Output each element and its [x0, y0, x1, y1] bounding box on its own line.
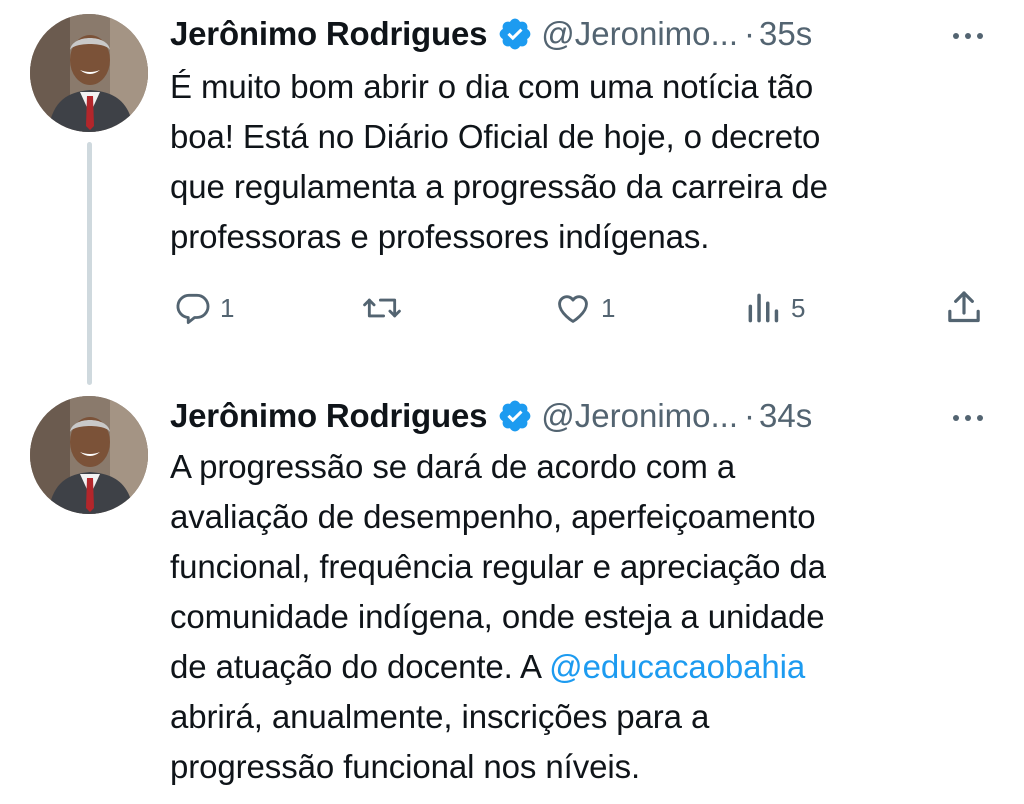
view-count: 5 — [791, 292, 806, 323]
retweet-icon — [363, 298, 401, 318]
verified-badge-icon — [499, 400, 531, 432]
tweet-header: Jerônimo Rodrigues @Jeronimo... · 34s — [170, 394, 990, 438]
tweet-actions: 1 1 5 — [170, 284, 1000, 332]
tweet-text-line: de atuação do docente. A @educacaobahia — [170, 642, 990, 692]
share-icon — [948, 291, 980, 323]
tweet[interactable]: Jerônimo Rodrigues @Jeronimo... · 35s É … — [0, 0, 1024, 390]
tweet-text: A progressão se dará de acordo com a ava… — [170, 442, 990, 792]
like-count: 1 — [601, 292, 616, 323]
more-options-icon[interactable] — [948, 22, 988, 50]
author-name[interactable]: Jerônimo Rodrigues — [170, 397, 487, 435]
tweet-text-line: progressão funcional nos níveis. — [170, 748, 641, 785]
tweet-text-line: professoras e professores indígenas. — [170, 218, 710, 255]
more-options-icon[interactable] — [948, 404, 988, 432]
tweet-header: Jerônimo Rodrigues @Jeronimo... · 35s — [170, 12, 990, 56]
like-button[interactable]: 1 — [553, 284, 615, 332]
avatar[interactable] — [30, 396, 148, 514]
tweet-text-line: abrirá, anualmente, inscrições para a — [170, 698, 710, 735]
tweet-text-line: que regulamenta a progressão da carreira… — [170, 168, 828, 205]
reply-icon — [176, 293, 210, 324]
timestamp[interactable]: 34s — [759, 397, 812, 435]
tweet-text-line: É muito bom abrir o dia com uma notícia … — [170, 68, 814, 105]
reply-count: 1 — [220, 292, 235, 323]
tweet-text: É muito bom abrir o dia com uma notícia … — [170, 62, 990, 262]
separator-dot: · — [744, 397, 756, 434]
avatar[interactable] — [30, 14, 148, 132]
tweet-text-line: avaliação de desempenho, aperfeiçoamento — [170, 498, 816, 535]
share-button[interactable] — [944, 284, 984, 332]
heart-icon — [558, 295, 588, 323]
thread-connector — [87, 142, 92, 385]
tweet-text-fragment: de atuação do docente. A — [170, 648, 550, 685]
avatar-image — [30, 14, 148, 132]
tweet-text-line: funcional, frequência regular e apreciaç… — [170, 548, 826, 585]
reply-button[interactable]: 1 — [174, 284, 234, 332]
retweet-button[interactable] — [360, 284, 404, 332]
separator-dot: · — [744, 15, 756, 52]
views-button[interactable]: 5 — [743, 284, 805, 332]
author-handle[interactable]: @Jeronimo... — [541, 397, 738, 435]
avatar-image — [30, 396, 148, 514]
author-name[interactable]: Jerônimo Rodrigues — [170, 15, 487, 53]
verified-badge-icon — [499, 18, 531, 50]
tweet-text-line: boa! Está no Diário Oficial de hoje, o d… — [170, 118, 821, 155]
tweet-text-line: A progressão se dará de acordo com a — [170, 448, 736, 485]
author-handle[interactable]: @Jeronimo... — [541, 15, 738, 53]
tweet-text-line: comunidade indígena, onde esteja a unida… — [170, 598, 825, 635]
tweet[interactable]: Jerônimo Rodrigues @Jeronimo... · 34s A … — [0, 390, 1024, 804]
mention-link[interactable]: @educacaobahia — [549, 648, 805, 685]
timestamp[interactable]: 35s — [759, 15, 812, 53]
views-icon — [748, 293, 779, 323]
